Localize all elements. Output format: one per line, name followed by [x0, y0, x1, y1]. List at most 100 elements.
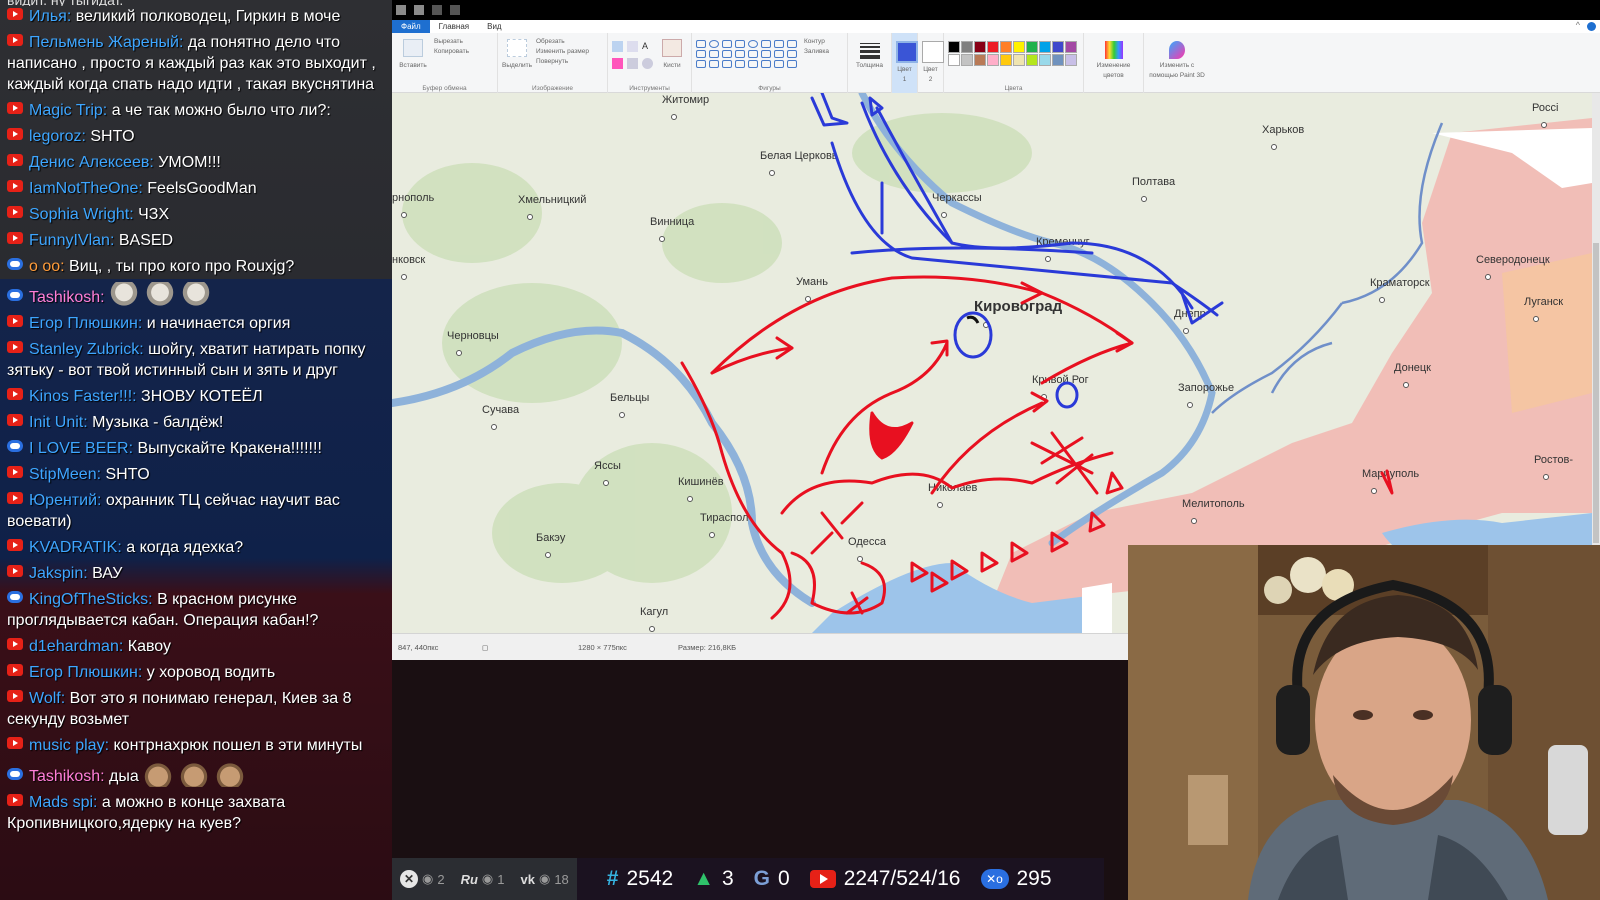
chat-message: legoroz: SHTO [7, 126, 386, 147]
copy-button[interactable]: Копировать [434, 47, 469, 57]
chat-nick[interactable]: d1ehardman: [29, 638, 123, 655]
palette-swatch[interactable] [1039, 41, 1051, 53]
palette-swatch[interactable] [961, 41, 973, 53]
shapes-gallery[interactable] [696, 40, 798, 68]
chat-nick[interactable]: Денис Алексеев: [29, 154, 154, 171]
palette-swatch[interactable] [961, 54, 973, 66]
chat-nick[interactable]: IamNotTheOne: [29, 180, 143, 197]
chat-nick[interactable]: Tashikosh: [29, 289, 105, 306]
palette-swatch[interactable] [948, 54, 960, 66]
shapes-group: Контур Заливка Фигуры [692, 33, 848, 93]
chat-nick[interactable]: Jakspin: [29, 565, 88, 582]
redo-icon[interactable] [450, 5, 460, 15]
magnifier-icon[interactable] [642, 57, 653, 69]
palette-swatch[interactable] [948, 41, 960, 53]
minimize-ribbon-icon[interactable]: ^ [1576, 20, 1580, 30]
city-label-vinnitsa: Винница [650, 216, 695, 228]
chat-nick[interactable]: Stanley Zubrick: [29, 341, 144, 358]
palette-swatch[interactable] [1052, 41, 1064, 53]
save-icon[interactable] [414, 5, 424, 15]
paint3d-button[interactable]: Изменить с помощью Paint 3D [1144, 33, 1210, 93]
tab-home[interactable]: Главная [430, 20, 478, 33]
undo-icon[interactable] [432, 5, 442, 15]
chat-nick[interactable]: Юрентий: [29, 492, 101, 509]
chat-nick[interactable]: o oo: [29, 258, 65, 275]
pencil-icon[interactable] [612, 41, 623, 52]
color1-button[interactable]: Цвет 1 [892, 33, 918, 93]
palette-swatch[interactable] [1065, 41, 1077, 53]
palette-swatch[interactable] [1039, 54, 1051, 66]
palette-swatch[interactable] [1065, 54, 1077, 66]
select-button[interactable]: Выделить [502, 37, 532, 71]
emote-icon [215, 761, 246, 787]
colors-group-label: Цвета [1004, 85, 1023, 92]
tab-file[interactable]: Файл [392, 20, 430, 33]
youtube-icon [7, 34, 23, 46]
chat-message: Init Unit: Музыка - балдёж! [7, 412, 386, 433]
chat-nick[interactable]: music play: [29, 737, 109, 754]
palette-swatch[interactable] [1026, 41, 1038, 53]
chat-nick[interactable]: Magic Trip: [29, 102, 107, 119]
city-label-khmelnitsky: Хмельницкий [518, 194, 586, 206]
outline-dropdown[interactable]: Контур [804, 37, 829, 47]
color-palette[interactable] [948, 41, 1079, 66]
chat-nick[interactable]: I LOVE BEER: [29, 440, 133, 457]
youtube-icon [7, 388, 23, 400]
youtube-icon [7, 794, 23, 806]
fill-icon[interactable] [627, 41, 638, 52]
palette-swatch[interactable] [974, 41, 986, 53]
tab-view[interactable]: Вид [478, 20, 510, 33]
chat-nick[interactable]: legoroz: [29, 128, 86, 145]
youtube-icon [7, 690, 23, 702]
chat-nick[interactable]: Sophia Wright: [29, 206, 134, 223]
color2-swatch [922, 41, 944, 63]
brushes-button[interactable]: Кисти [660, 37, 684, 71]
chat-nick[interactable]: Tashikosh: [29, 768, 105, 785]
webcam-feed [1128, 545, 1600, 900]
chat-nick[interactable]: Егор Плюшкин: [29, 315, 142, 332]
fill-dropdown[interactable]: Заливка [804, 47, 829, 57]
chat-nick[interactable]: KVADRATIK: [29, 539, 122, 556]
color-picker-icon[interactable] [627, 57, 638, 69]
chat-nick[interactable]: Wolf: [29, 690, 65, 707]
palette-swatch[interactable] [1013, 54, 1025, 66]
scroll-thumb[interactable] [1593, 243, 1599, 543]
palette-swatch[interactable] [1052, 54, 1064, 66]
chat-nick[interactable]: Пельмень Жареный: [29, 34, 183, 51]
city-dot [527, 214, 533, 220]
palette-swatch[interactable] [974, 54, 986, 66]
chat-nick[interactable]: Mads spi: [29, 794, 97, 811]
palette-swatch[interactable] [1013, 41, 1025, 53]
help-icon[interactable] [1587, 22, 1596, 31]
goodgame-icon [7, 289, 23, 301]
chat-nick[interactable]: KingOfTheSticks: [29, 591, 153, 608]
eraser-icon[interactable] [612, 57, 623, 69]
palette-swatch[interactable] [1026, 54, 1038, 66]
chat-nick[interactable]: Kinos Faster!!!: [29, 388, 137, 405]
clipboard-group-label: Буфер обмена [422, 85, 467, 92]
cut-button[interactable]: Вырезать [434, 37, 469, 47]
city-label-poltava: Полтава [1132, 176, 1176, 188]
platform-vk: vk ◉ 18 [512, 858, 577, 900]
palette-swatch[interactable] [1000, 41, 1012, 53]
image-group: Выделить Обрезать Изменить размер Поверн… [498, 33, 608, 93]
chat-text: Кавоу [127, 638, 172, 655]
paint-app-icon [396, 5, 406, 15]
edit-colors-button[interactable]: Изменение цветов [1084, 33, 1144, 93]
chat-nick[interactable]: Init Unit: [29, 414, 88, 431]
text-icon[interactable]: A [642, 41, 654, 55]
resize-button[interactable]: Изменить размер [536, 47, 589, 57]
palette-swatch[interactable] [987, 54, 999, 66]
color2-button[interactable]: Цвет 2 [918, 33, 944, 93]
chat-nick[interactable]: Егор Плюшкин: [29, 664, 142, 681]
chat-nick[interactable]: FunnyIVlan: [29, 232, 114, 249]
rotate-button[interactable]: Повернуть [536, 57, 589, 67]
paste-button[interactable]: Вставить [396, 37, 430, 71]
crop-button[interactable]: Обрезать [536, 37, 589, 47]
palette-swatch[interactable] [987, 41, 999, 53]
chat-nick[interactable]: StipMeen: [29, 466, 101, 483]
size-button[interactable]: Толщина [848, 33, 892, 93]
palette-swatch[interactable] [1000, 54, 1012, 66]
city-dot [1271, 144, 1277, 150]
chat-nick[interactable]: Илья: [29, 8, 71, 25]
